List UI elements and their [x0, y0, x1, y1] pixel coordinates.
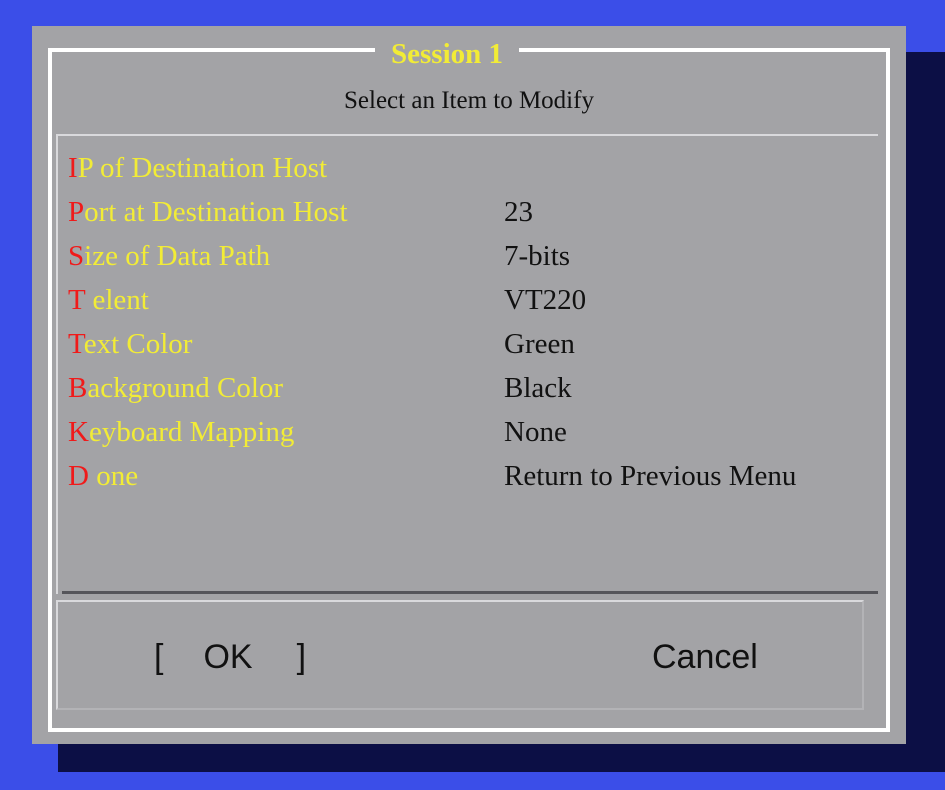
- menu-item-background-color[interactable]: Background Color: [68, 368, 283, 408]
- hotkey-letter: B: [68, 372, 88, 404]
- session-dialog: Session 1 Select an Item to Modify IP of…: [32, 26, 906, 744]
- ok-button-label: OK: [203, 638, 253, 676]
- menu-item-label: P of Destination Host: [77, 152, 328, 184]
- hotkey-letter: T: [68, 328, 84, 360]
- menu-item-value: Green: [504, 328, 575, 360]
- menu-item-value: Return to Previous Menu: [504, 460, 797, 492]
- menu-item-value: 23: [504, 196, 533, 228]
- menu-item-port-destination-host[interactable]: Port at Destination Host: [68, 192, 348, 232]
- list-separator: [62, 591, 878, 594]
- menu-item-text-color[interactable]: Text Color: [68, 324, 192, 364]
- hotkey-letter: D: [68, 460, 89, 492]
- cancel-button[interactable]: Cancel: [652, 632, 758, 682]
- menu-item-keyboard-mapping[interactable]: Keyboard Mapping: [68, 412, 294, 452]
- menu-item-label: ize of Data Path: [84, 240, 271, 272]
- menu-item-label: elent: [85, 284, 149, 316]
- ok-button[interactable]: [ OK]: [154, 632, 306, 682]
- menu-item-label: ackground Color: [87, 372, 284, 404]
- menu-item-ip-destination-host[interactable]: IP of Destination Host: [68, 148, 327, 188]
- hotkey-letter: I: [68, 152, 78, 184]
- dialog-title: Session 1: [375, 34, 520, 74]
- ok-bracket-close: ]: [296, 638, 307, 676]
- menu-item-label: one: [88, 460, 139, 492]
- menu-item-value: VT220: [504, 284, 587, 316]
- menu-item-done[interactable]: D one: [68, 456, 138, 496]
- hotkey-letter: K: [68, 416, 89, 448]
- menu-item-telent[interactable]: T elent: [68, 280, 149, 320]
- menu-list: IP of Destination Host Port at Destinati…: [56, 134, 878, 594]
- hotkey-letter: T: [68, 284, 86, 316]
- menu-item-value: 7-bits: [504, 240, 571, 272]
- menu-item-size-data-path[interactable]: Size of Data Path: [68, 236, 270, 276]
- menu-item-label: eyboard Mapping: [88, 416, 295, 448]
- menu-item-value: Black: [504, 372, 572, 404]
- menu-item-value: None: [504, 416, 567, 448]
- menu-item-label: ext Color: [83, 328, 193, 360]
- hotkey-letter: S: [68, 240, 85, 272]
- menu-item-label: ort at Destination Host: [84, 196, 348, 228]
- hotkey-letter: P: [68, 196, 85, 228]
- ok-bracket-open: [: [154, 638, 164, 676]
- dialog-subtitle: Select an Item to Modify: [344, 87, 594, 114]
- button-bar: [ OK] Cancel: [56, 600, 864, 710]
